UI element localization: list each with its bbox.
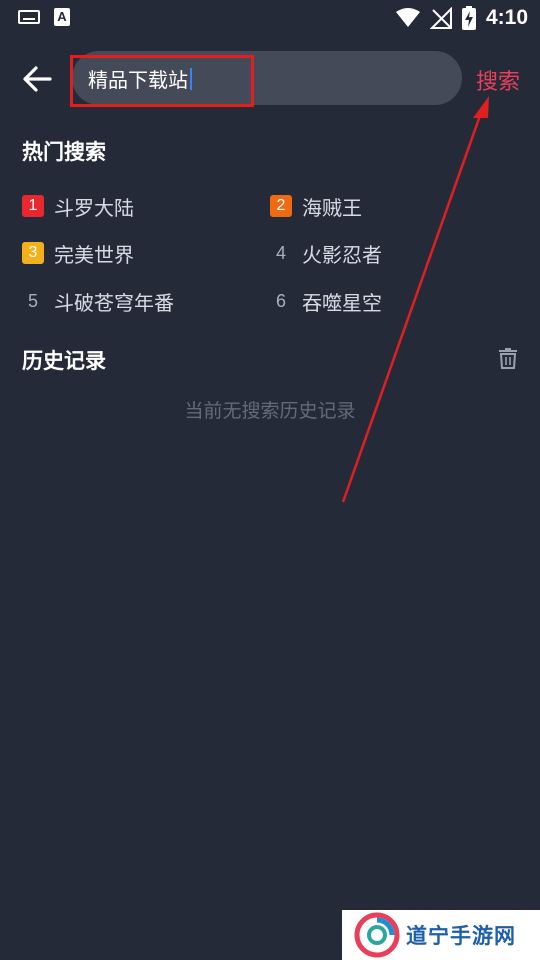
wifi-icon bbox=[395, 8, 420, 27]
search-button[interactable]: 搜索 bbox=[476, 64, 520, 96]
watermark: 道宁手游网 bbox=[342, 910, 540, 960]
status-time: 4:10 bbox=[485, 6, 528, 29]
rank-badge: 1 bbox=[22, 195, 44, 217]
rank-badge: 3 bbox=[22, 242, 44, 264]
hot-item-2[interactable]: 2 海贼王 bbox=[270, 193, 362, 220]
trash-icon[interactable] bbox=[498, 347, 518, 369]
hot-item-label: 斗罗大陆 bbox=[54, 195, 134, 220]
history-title: 历史记录 bbox=[22, 349, 106, 373]
rank-number: 5 bbox=[27, 290, 38, 311]
hot-item-label: 海贼王 bbox=[302, 195, 362, 220]
watermark-text: 道宁手游网 bbox=[406, 924, 516, 948]
watermark-logo-icon bbox=[354, 912, 400, 958]
hot-item-3[interactable]: 3 完美世界 bbox=[22, 240, 134, 267]
hot-item-5[interactable]: 5 斗破苍穹年番 bbox=[22, 288, 174, 315]
search-query-value: 精品下载站 bbox=[88, 68, 188, 92]
history-empty-text: 当前无搜索历史记录 bbox=[184, 400, 356, 422]
hot-item-label: 斗破苍穹年番 bbox=[54, 290, 174, 315]
search-query-text[interactable]: 精品下载站 bbox=[88, 64, 192, 93]
hot-item-label: 完美世界 bbox=[54, 242, 134, 267]
hot-item-label: 吞噬星空 bbox=[302, 290, 382, 315]
a-notification-icon: A bbox=[54, 8, 70, 26]
keyboard-icon bbox=[18, 10, 40, 24]
rank-number: 4 bbox=[275, 242, 286, 263]
status-bar: A 4:10 bbox=[0, 0, 540, 36]
hot-item-6[interactable]: 6 吞噬星空 bbox=[270, 288, 382, 315]
text-caret bbox=[190, 67, 192, 90]
signal-off-icon bbox=[429, 7, 452, 29]
hot-item-1[interactable]: 1 斗罗大陆 bbox=[22, 193, 134, 220]
hot-search-title: 热门搜索 bbox=[22, 140, 106, 164]
hot-item-label: 火影忍者 bbox=[302, 242, 382, 267]
rank-badge: 2 bbox=[270, 195, 292, 217]
back-arrow-icon[interactable] bbox=[20, 62, 54, 96]
rank-number: 6 bbox=[275, 290, 286, 311]
hot-item-4[interactable]: 4 火影忍者 bbox=[270, 240, 382, 267]
battery-charging-icon bbox=[461, 6, 476, 30]
